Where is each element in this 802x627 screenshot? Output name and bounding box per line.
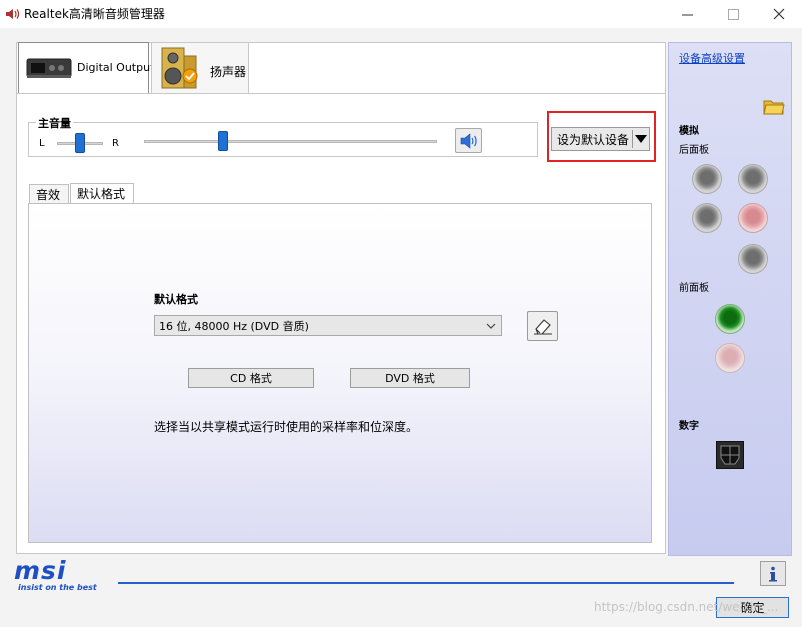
- tab-speakers[interactable]: 扬声器: [151, 42, 249, 94]
- rear-jack-5[interactable]: [738, 244, 768, 274]
- digital-jack[interactable]: [716, 441, 744, 469]
- tab-default-format[interactable]: 默认格式: [70, 183, 134, 204]
- balance-right-label: R: [112, 138, 119, 149]
- maximize-icon: [727, 8, 739, 20]
- advanced-settings-link[interactable]: 设备高级设置: [679, 50, 745, 66]
- close-icon: [773, 8, 785, 20]
- tab-effects-label: 音效: [36, 187, 61, 202]
- set-default-device-label: 设为默认设备: [557, 132, 630, 147]
- front-panel-label: 前面板: [679, 283, 709, 294]
- rear-panel-label: 后面板: [679, 145, 709, 156]
- close-button[interactable]: [756, 0, 802, 28]
- master-volume-slider-thumb[interactable]: [218, 131, 229, 151]
- format-select[interactable]: 16 位, 48000 Hz (DVD 音质): [154, 315, 502, 336]
- front-jack-mic[interactable]: [715, 343, 745, 373]
- dvd-format-button[interactable]: DVD 格式: [350, 368, 470, 388]
- tab-speakers-label: 扬声器: [210, 65, 247, 79]
- digital-title: 数字: [679, 421, 699, 432]
- set-default-device-button[interactable]: 设为默认设备: [551, 127, 650, 151]
- minimize-icon: [681, 14, 693, 15]
- front-jack-headphone[interactable]: [715, 304, 745, 334]
- cd-format-button[interactable]: CD 格式: [188, 368, 314, 388]
- tab-default-format-label: 默认格式: [77, 187, 126, 201]
- msi-tagline: insist on the best: [18, 583, 97, 592]
- eraser-icon: [533, 319, 552, 335]
- analog-title: 模拟: [679, 126, 699, 137]
- balance-slider-thumb[interactable]: [75, 133, 85, 153]
- speaker-device-icon: [161, 47, 198, 89]
- cd-format-label: CD 格式: [230, 372, 272, 385]
- minimize-button[interactable]: [664, 0, 710, 28]
- speaker-volume-icon: [460, 132, 477, 149]
- tab-digital-output-label: Digital Output: [77, 61, 155, 74]
- info-icon: [769, 566, 777, 581]
- rear-jack-3[interactable]: [692, 203, 722, 233]
- format-description: 选择当以共享模式运行时使用的采样率和位深度。: [154, 420, 419, 434]
- rear-jack-4[interactable]: [738, 203, 768, 233]
- msi-brand: msi: [14, 556, 67, 585]
- watermark: https://blog.csdn.net/weixin_...: [594, 600, 779, 614]
- rear-jack-1[interactable]: [692, 164, 722, 194]
- window-title: Realtek高清晰音频管理器: [24, 7, 165, 21]
- folder-icon[interactable]: [763, 97, 785, 115]
- dvd-format-label: DVD 格式: [385, 372, 435, 385]
- digital-connector-icon: [720, 445, 740, 465]
- rear-jack-2[interactable]: [738, 164, 768, 194]
- split-divider: [632, 130, 633, 148]
- default-format-title: 默认格式: [154, 293, 198, 306]
- brand-underline: [118, 582, 734, 584]
- maximize-button[interactable]: [710, 0, 756, 28]
- tab-divider: [16, 93, 666, 94]
- default-format-panel: [28, 203, 652, 543]
- tab-effects[interactable]: 音效: [29, 184, 69, 204]
- msi-logo: msi insist on the best: [14, 556, 97, 592]
- master-volume-title: 主音量: [36, 115, 73, 131]
- master-volume-slider-track[interactable]: [144, 140, 437, 143]
- info-button[interactable]: [760, 561, 786, 586]
- format-select-value: 16 位, 48000 Hz (DVD 音质): [159, 319, 309, 333]
- connector-panel: [668, 42, 792, 556]
- tab-digital-output[interactable]: Digital Output: [18, 42, 154, 94]
- mute-button[interactable]: [455, 128, 482, 153]
- digital-output-device-icon: [26, 58, 72, 78]
- balance-left-label: L: [39, 138, 45, 149]
- speaker-app-icon: [6, 9, 20, 19]
- triangle-down-icon[interactable]: [635, 135, 647, 143]
- chevron-down-icon: [486, 323, 496, 329]
- reset-format-button[interactable]: [527, 311, 558, 341]
